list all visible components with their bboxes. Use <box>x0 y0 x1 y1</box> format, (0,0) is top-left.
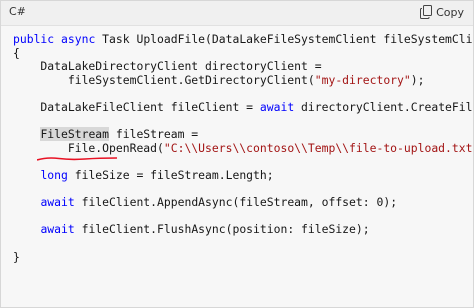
code-text: fileClient.FlushAsync(position: fileSize… <box>74 222 370 237</box>
code-text: directoryClient.CreateFileAsync("uploade… <box>301 99 474 114</box>
code-text: fileSize = fileStream.Length; <box>67 167 274 182</box>
highlighted-type[interactable]: FileStream <box>40 127 110 142</box>
code-text: Task UploadFile(DataLakeFileSystemClient… <box>95 32 474 46</box>
error-squiggle <box>37 157 117 161</box>
code-text: DataLakeFileClient fileClient = <box>13 99 260 114</box>
code-text: } <box>13 249 20 264</box>
code-keyword: public <box>13 32 55 46</box>
language-label: C# <box>9 5 26 18</box>
copy-button[interactable]: Copy <box>415 2 469 22</box>
code-keyword: async <box>61 32 96 46</box>
code-keyword: await <box>40 222 75 237</box>
code-text: File.OpenRead( <box>13 140 164 155</box>
code-keyword: await <box>259 99 295 114</box>
code-text: DataLakeDirectoryClient directoryClient … <box>13 59 322 74</box>
code-block-header: C# Copy <box>1 1 473 26</box>
code-text: fileStream = <box>109 127 199 142</box>
copy-button-label: Copy <box>436 5 464 19</box>
code-keyword: long <box>40 167 68 182</box>
code-block: C# Copy public async Task UploadFile(Dat… <box>0 0 474 308</box>
code-string: "my-directory" <box>314 72 411 87</box>
code-text: { <box>13 45 20 60</box>
code-content: public async Task UploadFile(DataLakeFil… <box>13 32 474 264</box>
code-text: fileClient.AppendAsync(fileStream, offse… <box>74 195 398 210</box>
code-text: fileSystemClient.GetDirectoryClient( <box>13 72 315 87</box>
code-keyword: await <box>40 195 75 210</box>
code-text: ); <box>410 72 425 87</box>
copy-icon <box>420 5 433 19</box>
code-string: "C:\\Users\\contoso\\Temp\\file-to-uploa… <box>163 140 474 155</box>
